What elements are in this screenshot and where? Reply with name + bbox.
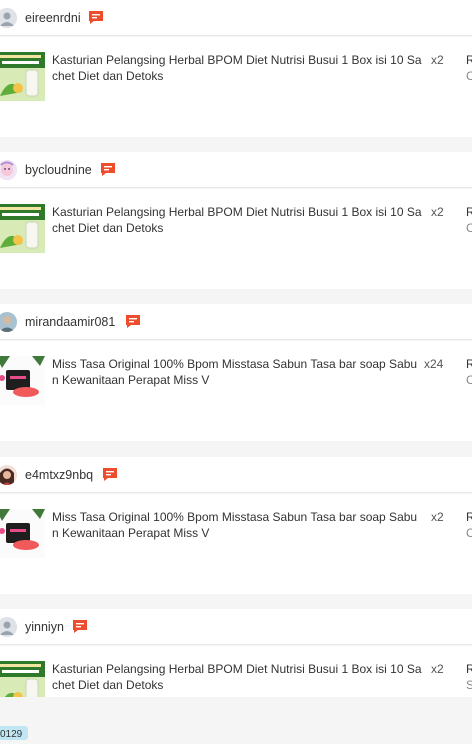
product-thumbnail[interactable] bbox=[0, 509, 45, 558]
item-quantity: x2 bbox=[431, 53, 444, 67]
misstasa-product-image bbox=[0, 509, 45, 558]
product-name[interactable]: Miss Tasa Original 100% Bpom Misstasa Sa… bbox=[52, 356, 422, 388]
price-cell: R bbox=[466, 662, 472, 676]
product-name[interactable]: Miss Tasa Original 100% Bpom Misstasa Sa… bbox=[52, 509, 422, 541]
price-subcell: C bbox=[466, 373, 472, 387]
item-quantity: x2 bbox=[431, 205, 444, 219]
chat-icon[interactable] bbox=[125, 314, 141, 329]
order-item: Miss Tasa Original 100% Bpom Misstasa Sa… bbox=[0, 341, 472, 441]
order-item: Kasturian Pelangsing Herbal BPOM Diet Nu… bbox=[0, 646, 472, 697]
buyer-username[interactable]: eireenrdni bbox=[25, 10, 81, 26]
photo-avatar-icon bbox=[0, 312, 17, 332]
price-cell: R bbox=[466, 205, 472, 219]
photo-avatar-icon bbox=[0, 465, 17, 485]
avatar[interactable] bbox=[0, 160, 17, 180]
order-header: eireenrdni bbox=[0, 0, 472, 36]
order-header: bycloudnine bbox=[0, 152, 472, 188]
order-header: e4mtxz9nbq bbox=[0, 457, 472, 493]
kasturian-product-image bbox=[0, 204, 45, 253]
chat-icon[interactable] bbox=[88, 10, 104, 25]
order-item: Kasturian Pelangsing Herbal BPOM Diet Nu… bbox=[0, 189, 472, 289]
avatar[interactable] bbox=[0, 465, 17, 485]
counter-badge: 0129 bbox=[0, 726, 29, 740]
buyer-username[interactable]: e4mtxz9nbq bbox=[25, 467, 93, 483]
buyer-username[interactable]: bycloudnine bbox=[25, 162, 92, 178]
buyer-username[interactable]: mirandaamir081 bbox=[25, 314, 115, 330]
price-cell: R bbox=[466, 510, 472, 524]
price-subcell: C bbox=[466, 221, 472, 235]
avatar[interactable] bbox=[0, 312, 17, 332]
kasturian-product-image bbox=[0, 661, 45, 697]
product-thumbnail[interactable] bbox=[0, 661, 45, 697]
chat-icon[interactable] bbox=[100, 162, 116, 177]
order-header: mirandaamir081 bbox=[0, 304, 472, 340]
list-footer bbox=[0, 697, 472, 736]
order-item: Miss Tasa Original 100% Bpom Misstasa Sa… bbox=[0, 494, 472, 594]
item-quantity: x2 bbox=[431, 662, 444, 676]
product-thumbnail[interactable] bbox=[0, 204, 45, 253]
avatar[interactable] bbox=[0, 617, 17, 637]
price-subcell: C bbox=[466, 69, 472, 83]
buyer-username[interactable]: yinniyn bbox=[25, 619, 64, 635]
cartoon-avatar-icon bbox=[0, 160, 17, 180]
chat-icon[interactable] bbox=[72, 619, 88, 634]
default-user-icon bbox=[0, 8, 17, 28]
kasturian-product-image bbox=[0, 52, 45, 101]
product-name[interactable]: Kasturian Pelangsing Herbal BPOM Diet Nu… bbox=[52, 661, 422, 693]
item-quantity: x24 bbox=[424, 357, 444, 371]
misstasa-product-image bbox=[0, 356, 45, 405]
default-user-icon bbox=[0, 617, 17, 637]
order-header: yinniyn bbox=[0, 609, 472, 645]
price-cell: R bbox=[466, 53, 472, 67]
item-quantity: x2 bbox=[431, 510, 444, 524]
order-item: Kasturian Pelangsing Herbal BPOM Diet Nu… bbox=[0, 37, 472, 137]
price-subcell: S bbox=[466, 678, 472, 692]
price-subcell: C bbox=[466, 526, 472, 540]
avatar[interactable] bbox=[0, 8, 17, 28]
product-name[interactable]: Kasturian Pelangsing Herbal BPOM Diet Nu… bbox=[52, 204, 422, 236]
price-cell: R bbox=[466, 357, 472, 371]
product-name[interactable]: Kasturian Pelangsing Herbal BPOM Diet Nu… bbox=[52, 52, 422, 84]
product-thumbnail[interactable] bbox=[0, 356, 45, 405]
chat-icon[interactable] bbox=[102, 467, 118, 482]
product-thumbnail[interactable] bbox=[0, 52, 45, 101]
